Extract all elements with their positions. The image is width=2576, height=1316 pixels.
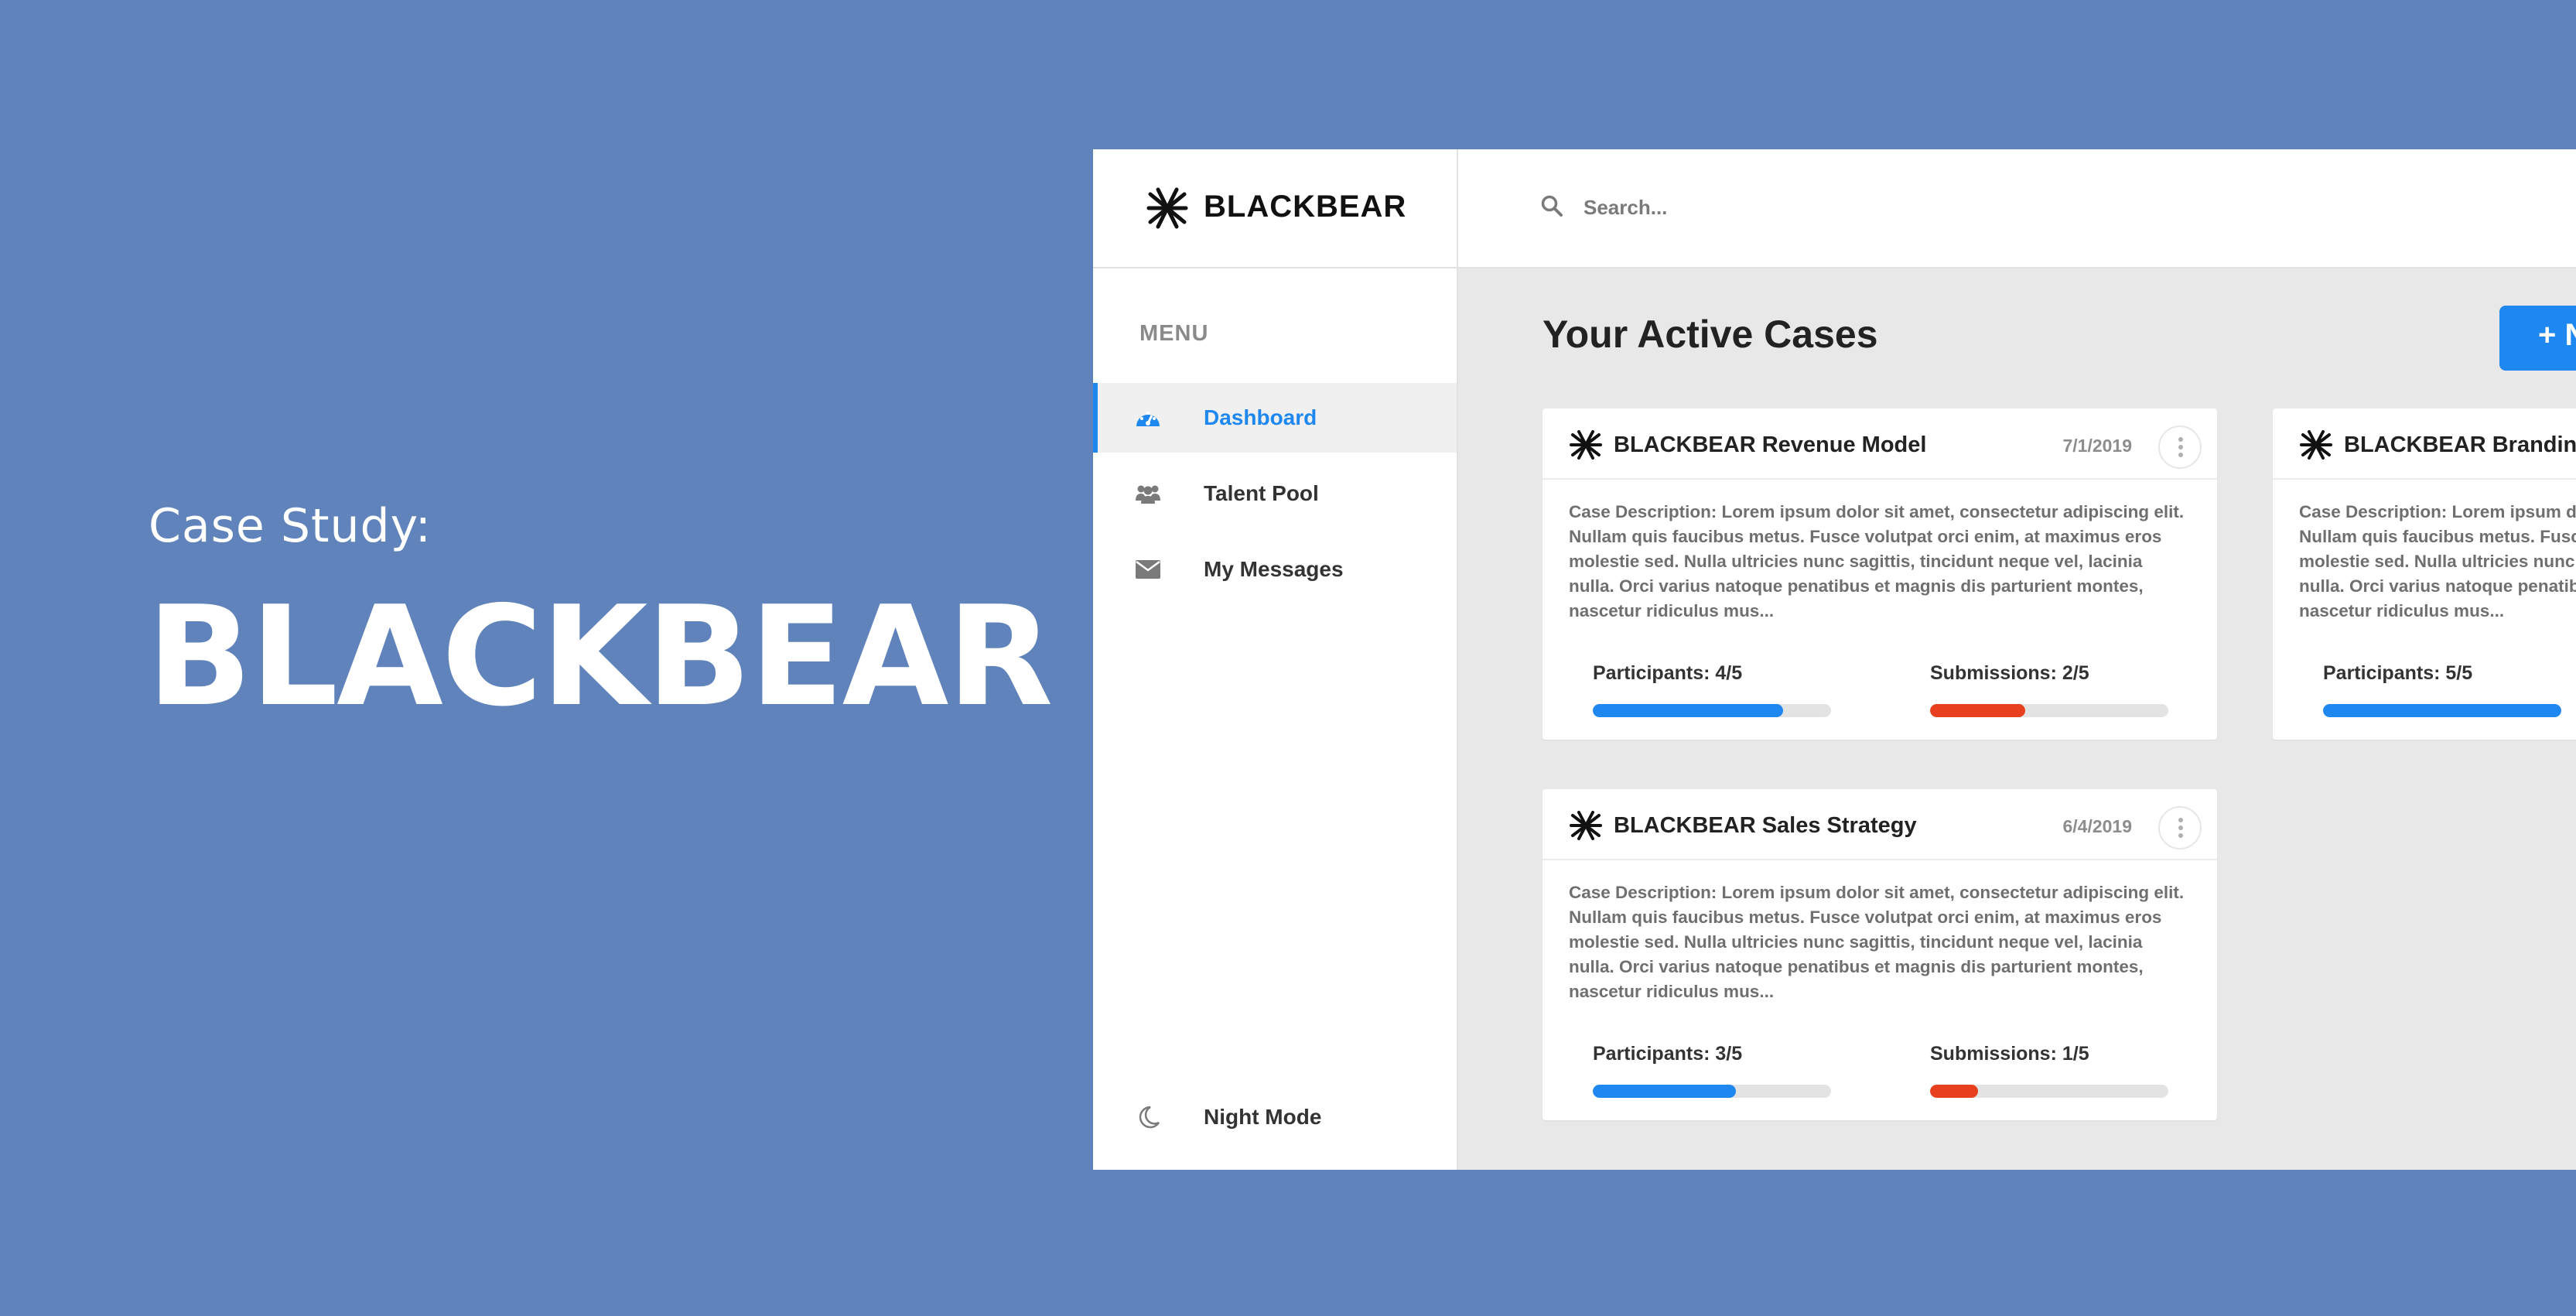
participants-progress-fill bbox=[1593, 704, 1784, 717]
hero-subtitle: Case Study: bbox=[149, 499, 432, 553]
brand-header[interactable]: BLACKBEAR bbox=[1093, 149, 1457, 268]
case-card[interactable]: BLACKBEAR Sales Strategy 6/4/2019 Case D… bbox=[1543, 789, 2217, 1120]
blackbear-logo-icon bbox=[1570, 430, 1602, 460]
case-menu-button[interactable] bbox=[2158, 806, 2202, 849]
case-card[interactable]: BLACKBEAR Branding Case Description: Lor… bbox=[2273, 408, 2576, 740]
case-description: Case Description: Lorem ipsum dolor sit … bbox=[1569, 502, 2185, 620]
more-vertical-icon bbox=[2178, 445, 2183, 449]
search-icon bbox=[1541, 195, 1563, 217]
page-title: Your Active Cases bbox=[1543, 313, 1878, 356]
sidebar-item-dashboard[interactable]: Dashboard bbox=[1093, 383, 1457, 453]
dashboard-icon bbox=[1136, 412, 1160, 426]
envelope-icon bbox=[1136, 560, 1160, 579]
case-card[interactable]: BLACKBEAR Revenue Model 7/1/2019 Case De… bbox=[1543, 408, 2217, 740]
sidebar-item-label: Dashboard bbox=[1204, 405, 1317, 429]
sidebar-item-talent-pool[interactable]: Talent Pool bbox=[1093, 459, 1457, 528]
submissions-progress bbox=[1930, 1085, 2168, 1098]
moon-icon bbox=[1139, 1106, 1160, 1129]
sidebar-item-my-messages[interactable]: My Messages bbox=[1093, 535, 1457, 604]
participants-label: Participants: 3/5 bbox=[1593, 1043, 1743, 1065]
case-card-header: BLACKBEAR Revenue Model 7/1/2019 bbox=[1543, 408, 2217, 480]
submissions-progress-fill bbox=[1930, 704, 2026, 717]
participants-label: Participants: 4/5 bbox=[1593, 662, 1743, 684]
submissions-label: Submissions: 2/5 bbox=[1930, 662, 2089, 684]
blackbear-logo-icon bbox=[1570, 811, 1602, 840]
participants-progress-fill bbox=[2323, 704, 2561, 717]
case-title: BLACKBEAR Revenue Model bbox=[1614, 432, 1927, 457]
blackbear-logo-icon bbox=[1146, 187, 1188, 229]
case-card-header: BLACKBEAR Branding bbox=[2273, 408, 2576, 480]
blackbear-logo-icon bbox=[2300, 430, 2332, 460]
case-title: BLACKBEAR Sales Strategy bbox=[1614, 813, 1917, 838]
top-bar bbox=[1458, 149, 2576, 268]
more-vertical-icon bbox=[2178, 818, 2183, 822]
case-card-header: BLACKBEAR Sales Strategy 6/4/2019 bbox=[1543, 789, 2217, 860]
more-vertical-icon bbox=[2178, 833, 2183, 838]
submissions-progress-fill bbox=[1930, 1085, 1978, 1098]
case-menu-button[interactable] bbox=[2158, 426, 2202, 469]
night-mode-toggle[interactable]: Night Mode bbox=[1093, 1082, 1457, 1152]
sidebar: BLACKBEAR MENU Dashboard Talent Pool My … bbox=[1093, 149, 1458, 1170]
search-input[interactable] bbox=[1582, 190, 2127, 225]
participants-label: Participants: 5/5 bbox=[2323, 662, 2473, 684]
new-case-button[interactable]: + N bbox=[2499, 306, 2576, 371]
participants-progress-fill bbox=[1593, 1085, 1736, 1098]
app-window: BLACKBEAR MENU Dashboard Talent Pool My … bbox=[1093, 149, 2576, 1170]
users-icon bbox=[1136, 485, 1160, 504]
submissions-progress bbox=[1930, 704, 2168, 717]
more-vertical-icon bbox=[2178, 825, 2183, 830]
case-description: Case Description: Lorem ipsum dolor sit … bbox=[1569, 883, 2185, 1001]
night-mode-label: Night Mode bbox=[1204, 1105, 1322, 1129]
case-title: BLACKBEAR Branding bbox=[2344, 432, 2576, 457]
participants-progress bbox=[1593, 704, 1831, 717]
brand-name: BLACKBEAR bbox=[1204, 190, 1407, 224]
menu-label: MENU bbox=[1139, 321, 1209, 346]
submissions-label: Submissions: 1/5 bbox=[1930, 1043, 2089, 1065]
sidebar-item-label: Talent Pool bbox=[1204, 481, 1319, 505]
hero-title: BLACKBEAR bbox=[147, 576, 1054, 737]
participants-progress bbox=[2323, 704, 2561, 717]
participants-progress bbox=[1593, 1085, 1831, 1098]
case-date: 7/1/2019 bbox=[2062, 436, 2132, 456]
more-vertical-icon bbox=[2178, 437, 2183, 442]
case-description: Case Description: Lorem ipsum dolor sit … bbox=[2299, 502, 2576, 620]
sidebar-item-label: My Messages bbox=[1204, 557, 1344, 581]
case-date: 6/4/2019 bbox=[2062, 816, 2132, 836]
more-vertical-icon bbox=[2178, 453, 2183, 457]
